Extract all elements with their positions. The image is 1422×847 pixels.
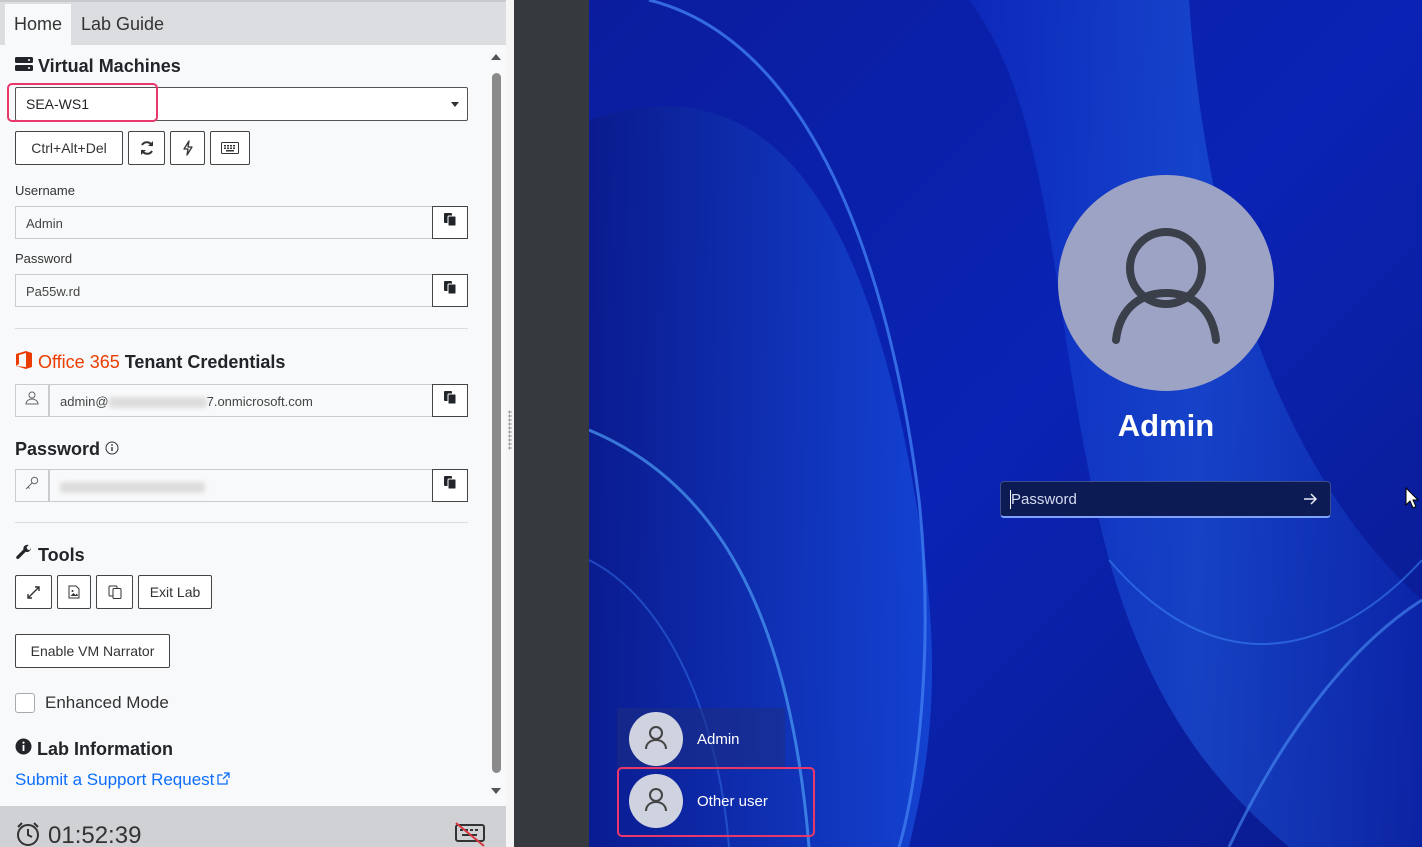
tenant-password-field[interactable] [49, 469, 433, 502]
copy-password-button[interactable] [432, 274, 468, 307]
tools-title: Tools [38, 545, 85, 565]
external-link-icon [217, 770, 231, 790]
copy-icon [443, 281, 457, 300]
server-icon [15, 56, 33, 77]
virtual-machines-heading: Virtual Machines [15, 56, 181, 77]
password-field[interactable]: Pa55w.rd [15, 274, 433, 307]
copy-icon [443, 391, 457, 410]
vm-select[interactable]: SEA-WS1 [15, 87, 468, 121]
info-icon [15, 738, 32, 760]
tile-username: Admin [697, 730, 740, 748]
vm-select-value: SEA-WS1 [26, 96, 90, 112]
enhanced-mode-checkbox[interactable] [15, 693, 35, 713]
screenshot-button[interactable] [57, 575, 91, 609]
expand-arrows-icon [27, 585, 40, 599]
tenant-password-text [60, 479, 205, 494]
user-icon [25, 391, 39, 410]
copy-icon [443, 213, 457, 232]
enable-narrator-button[interactable]: Enable VM Narrator [15, 634, 170, 668]
mouse-cursor-icon [1405, 486, 1420, 514]
user-icon [641, 784, 671, 819]
ctrl-alt-del-button[interactable]: Ctrl+Alt+Del [15, 131, 123, 165]
fullscreen-button[interactable] [15, 575, 52, 609]
lab-control-panel: Home Lab Guide Virtual Machines SEA-WS1 … [0, 0, 506, 847]
username-label: Username [15, 183, 75, 198]
tile-username: Other user [697, 792, 768, 810]
redacted-block [108, 397, 207, 409]
lightning-icon [182, 140, 194, 156]
keyboard-disabled-icon[interactable] [454, 822, 486, 847]
wrench-icon [15, 544, 33, 567]
panel-splitter[interactable] [506, 0, 514, 847]
keyboard-icon [221, 142, 239, 154]
tenant-credentials-heading: Office 365 Tenant Credentials [15, 350, 285, 375]
lab-information-heading: Lab Information [15, 738, 173, 760]
panel-scrollbar[interactable] [488, 48, 504, 804]
scroll-thumb[interactable] [492, 73, 501, 773]
enhanced-mode-label: Enhanced Mode [45, 693, 169, 712]
timer-bar: 01:52:39 [0, 806, 506, 847]
divider [15, 328, 468, 329]
user-avatar [1058, 175, 1274, 391]
copy-username-button[interactable] [432, 206, 468, 239]
scroll-up-icon[interactable] [491, 54, 501, 60]
lock-screen-password-input[interactable]: Password [1000, 481, 1331, 518]
exit-lab-button[interactable]: Exit Lab [138, 575, 212, 609]
copy-tenant-email-button[interactable] [432, 384, 468, 417]
password-value: Pa55w.rd [26, 284, 81, 299]
password-placeholder: Password [1011, 491, 1077, 508]
keyboard-button[interactable] [210, 131, 250, 165]
reset-vm-button[interactable] [128, 131, 165, 165]
tenant-password-heading: Password [15, 439, 119, 460]
virtual-machines-title: Virtual Machines [38, 56, 181, 76]
username-field[interactable]: Admin [15, 206, 433, 239]
office365-brand: Office 365 [38, 352, 120, 372]
arrow-right-icon[interactable] [1302, 491, 1318, 512]
tenant-email-prefix: admin@ [60, 394, 109, 409]
tenant-email-suffix: 7.onmicrosoft.com [206, 394, 313, 409]
tab-lab-guide[interactable]: Lab Guide [72, 4, 173, 47]
tenant-credentials-title: Tenant Credentials [124, 352, 286, 372]
password-label: Password [15, 251, 73, 266]
power-button[interactable] [170, 131, 205, 165]
key-icon [25, 476, 39, 495]
username-value: Admin [26, 216, 63, 231]
timer-text: 01:52:39 [48, 822, 142, 847]
user-addon [15, 384, 49, 417]
scroll-down-icon[interactable] [491, 788, 501, 794]
lock-screen-username: Admin [1117, 408, 1215, 443]
copy-icon [443, 476, 457, 495]
tab-home[interactable]: Home [5, 4, 72, 47]
info-circle-icon[interactable] [105, 439, 119, 460]
tenant-email-field[interactable]: admin@ 7.onmicrosoft.com [49, 384, 433, 417]
user-tile-other-user[interactable]: Other user [617, 770, 785, 832]
divider [15, 522, 468, 523]
image-file-icon [68, 585, 80, 599]
user-tile-admin[interactable]: Admin [617, 708, 785, 770]
tools-heading: Tools [15, 544, 85, 567]
tile-avatar [629, 774, 683, 828]
vm-gutter [514, 0, 589, 847]
support-request-link[interactable]: Submit a Support Request [15, 770, 231, 790]
user-icon [641, 722, 671, 757]
key-addon [15, 469, 49, 502]
copy-outline-icon [108, 585, 122, 599]
tenant-email-text: admin@ 7.onmicrosoft.com [60, 394, 313, 409]
refresh-icon [139, 140, 155, 156]
office-logo-icon [15, 350, 33, 375]
tenant-password-label: Password [15, 439, 101, 459]
user-icon [1058, 228, 1274, 395]
clipboard-button[interactable] [96, 575, 133, 609]
chevron-down-icon [451, 102, 459, 107]
copy-tenant-password-button[interactable] [432, 469, 468, 502]
tile-avatar [629, 712, 683, 766]
alarm-clock-icon [15, 821, 41, 847]
redacted-block [60, 482, 205, 494]
splitter-grip[interactable] [508, 410, 512, 450]
tab-bar: Home Lab Guide [0, 0, 506, 47]
lab-information-title: Lab Information [37, 738, 173, 759]
support-request-text: Submit a Support Request [15, 770, 215, 789]
